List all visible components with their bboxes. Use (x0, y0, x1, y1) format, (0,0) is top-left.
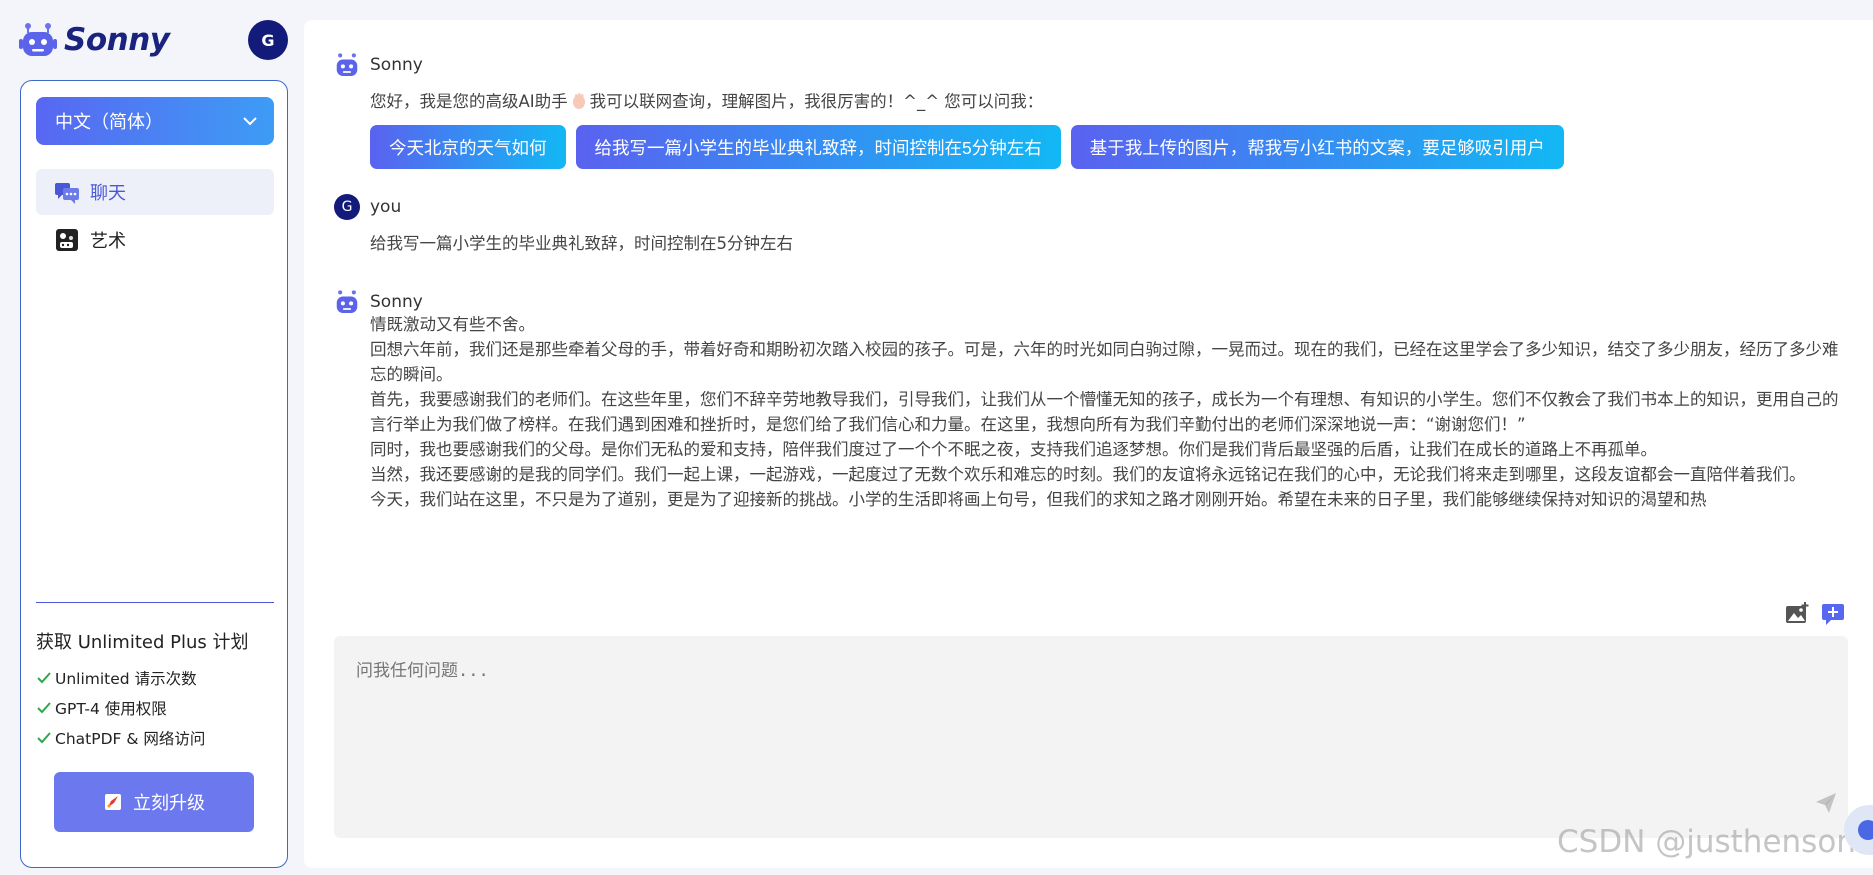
upgrade-button-label: 立刻升级 (133, 793, 205, 813)
language-select-value: 中文（简体） (55, 112, 163, 133)
sidebar-item-label: 聊天 (90, 183, 126, 204)
plan-feature-label: ChatPDF & 网络访问 (55, 730, 206, 748)
essay-paragraph: 当然，我还要感谢的是我的同学们。我们一起上课，一起游戏，一起度过了无数个欢乐和难… (370, 465, 1806, 484)
chevron-down-icon (243, 117, 257, 126)
essay-paragraph: 回想六年前，我们还是那些牵着父母的手，带着好奇和期盼初次踏入校园的孩子。可是，六… (370, 340, 1839, 384)
user-avatar[interactable]: G (248, 20, 288, 60)
check-icon (37, 672, 51, 684)
sidebar: 中文（简体） 聊天 艺术 获取 Unlimited Plus 计划 Unlimi… (20, 80, 288, 868)
suggestion-button[interactable]: 给我写一篇小学生的毕业典礼致辞，时间控制在5分钟左右 (575, 125, 1061, 169)
message-sender: Sonny (370, 55, 423, 75)
message-sender: you (370, 197, 402, 217)
image-upload-icon[interactable] (1785, 602, 1809, 626)
watermark: CSDN @justhenson (1557, 824, 1856, 860)
robot-logo-icon (19, 23, 57, 56)
sidebar-item-chat[interactable]: 聊天 (36, 169, 274, 215)
sidebar-divider (36, 602, 274, 603)
language-select[interactable]: 中文（简体） (36, 97, 274, 145)
plan-title: 获取 Unlimited Plus 计划 (36, 632, 249, 653)
message-text: 情既激动又有些不舍。 回想六年前，我们还是那些牵着父母的手，带着好奇和期盼初次踏… (370, 312, 1850, 530)
essay-paragraph: 同时，我也要感谢我们的父母。是你们无私的爱和支持，陪伴我们度过了一个个不眠之夜，… (370, 440, 1657, 459)
essay-paragraph: 情既激动又有些不舍。 (370, 315, 535, 334)
essay-paragraph: 首先，我要感谢我们的老师们。在这些年里，您们不辞辛劳地教导我们，引导我们，让我们… (370, 390, 1839, 434)
sidebar-item-art[interactable]: 艺术 (36, 217, 274, 263)
plan-feature-label: Unlimited 请示次数 (55, 670, 197, 688)
plan-feature: Unlimited 请示次数 (36, 667, 197, 689)
robot-avatar-icon (336, 290, 358, 313)
message-header: Sonny (334, 52, 423, 78)
suggestion-button[interactable]: 基于我上传的图片，帮我写小红书的文案，要足够吸引用户 (1070, 125, 1564, 169)
waving-hand-icon (572, 93, 585, 109)
message-text: 您好，我是您的高级AI助手 我可以联网查询，理解图片，我很厉害的！^_^ 您可以问… (370, 89, 1043, 114)
send-icon[interactable] (1814, 791, 1838, 815)
message-text: 给我写一篇小学生的毕业典礼致辞，时间控制在5分钟左右 (370, 234, 793, 253)
sidebar-item-label: 艺术 (90, 231, 126, 252)
user-message-avatar: G (334, 194, 360, 220)
art-palette-icon (56, 229, 78, 251)
plan-feature: ChatPDF & 网络访问 (36, 727, 205, 749)
check-icon (37, 702, 51, 714)
composer-tools (1785, 602, 1845, 626)
greeting-text-continued: 我可以联网查询，理解图片，我很厉害的！^_^ 您可以问我： (589, 92, 1044, 111)
suggestion-list: 今天北京的天气如何 给我写一篇小学生的毕业典礼致辞，时间控制在5分钟左右 基于我… (370, 125, 1564, 169)
suggestion-button[interactable]: 今天北京的天气如何 (370, 125, 566, 169)
brand[interactable]: Sonny (19, 20, 170, 60)
plan-feature-label: GPT-4 使用权限 (55, 700, 167, 718)
app-root: Sonny G 中文（简体） 聊天 艺术 获取 Unlimited Plus 计… (0, 0, 1873, 875)
greeting-text: 您好，我是您的高级AI助手 (370, 92, 568, 111)
chat-input[interactable] (334, 636, 1848, 838)
essay-paragraph: 今天，我们站在这里，不只是为了道别，更是为了迎接新的挑战。小学的生活即将画上句号… (370, 490, 1707, 509)
rocket-icon (105, 794, 121, 810)
chat-panel: Sonny 您好，我是您的高级AI助手 我可以联网查询，理解图片，我很厉害的！^_… (304, 20, 1873, 868)
check-icon (37, 732, 51, 744)
brand-name: Sonny (64, 22, 170, 58)
plan-feature: GPT-4 使用权限 (36, 697, 167, 719)
message-sender: Sonny (370, 292, 423, 312)
upgrade-button[interactable]: 立刻升级 (54, 772, 254, 832)
new-chat-icon[interactable] (1821, 602, 1845, 626)
assistant-bubble-icon (1858, 820, 1873, 840)
message-header: G you (334, 194, 401, 220)
robot-avatar-icon (336, 53, 358, 76)
chat-icon (55, 183, 79, 204)
